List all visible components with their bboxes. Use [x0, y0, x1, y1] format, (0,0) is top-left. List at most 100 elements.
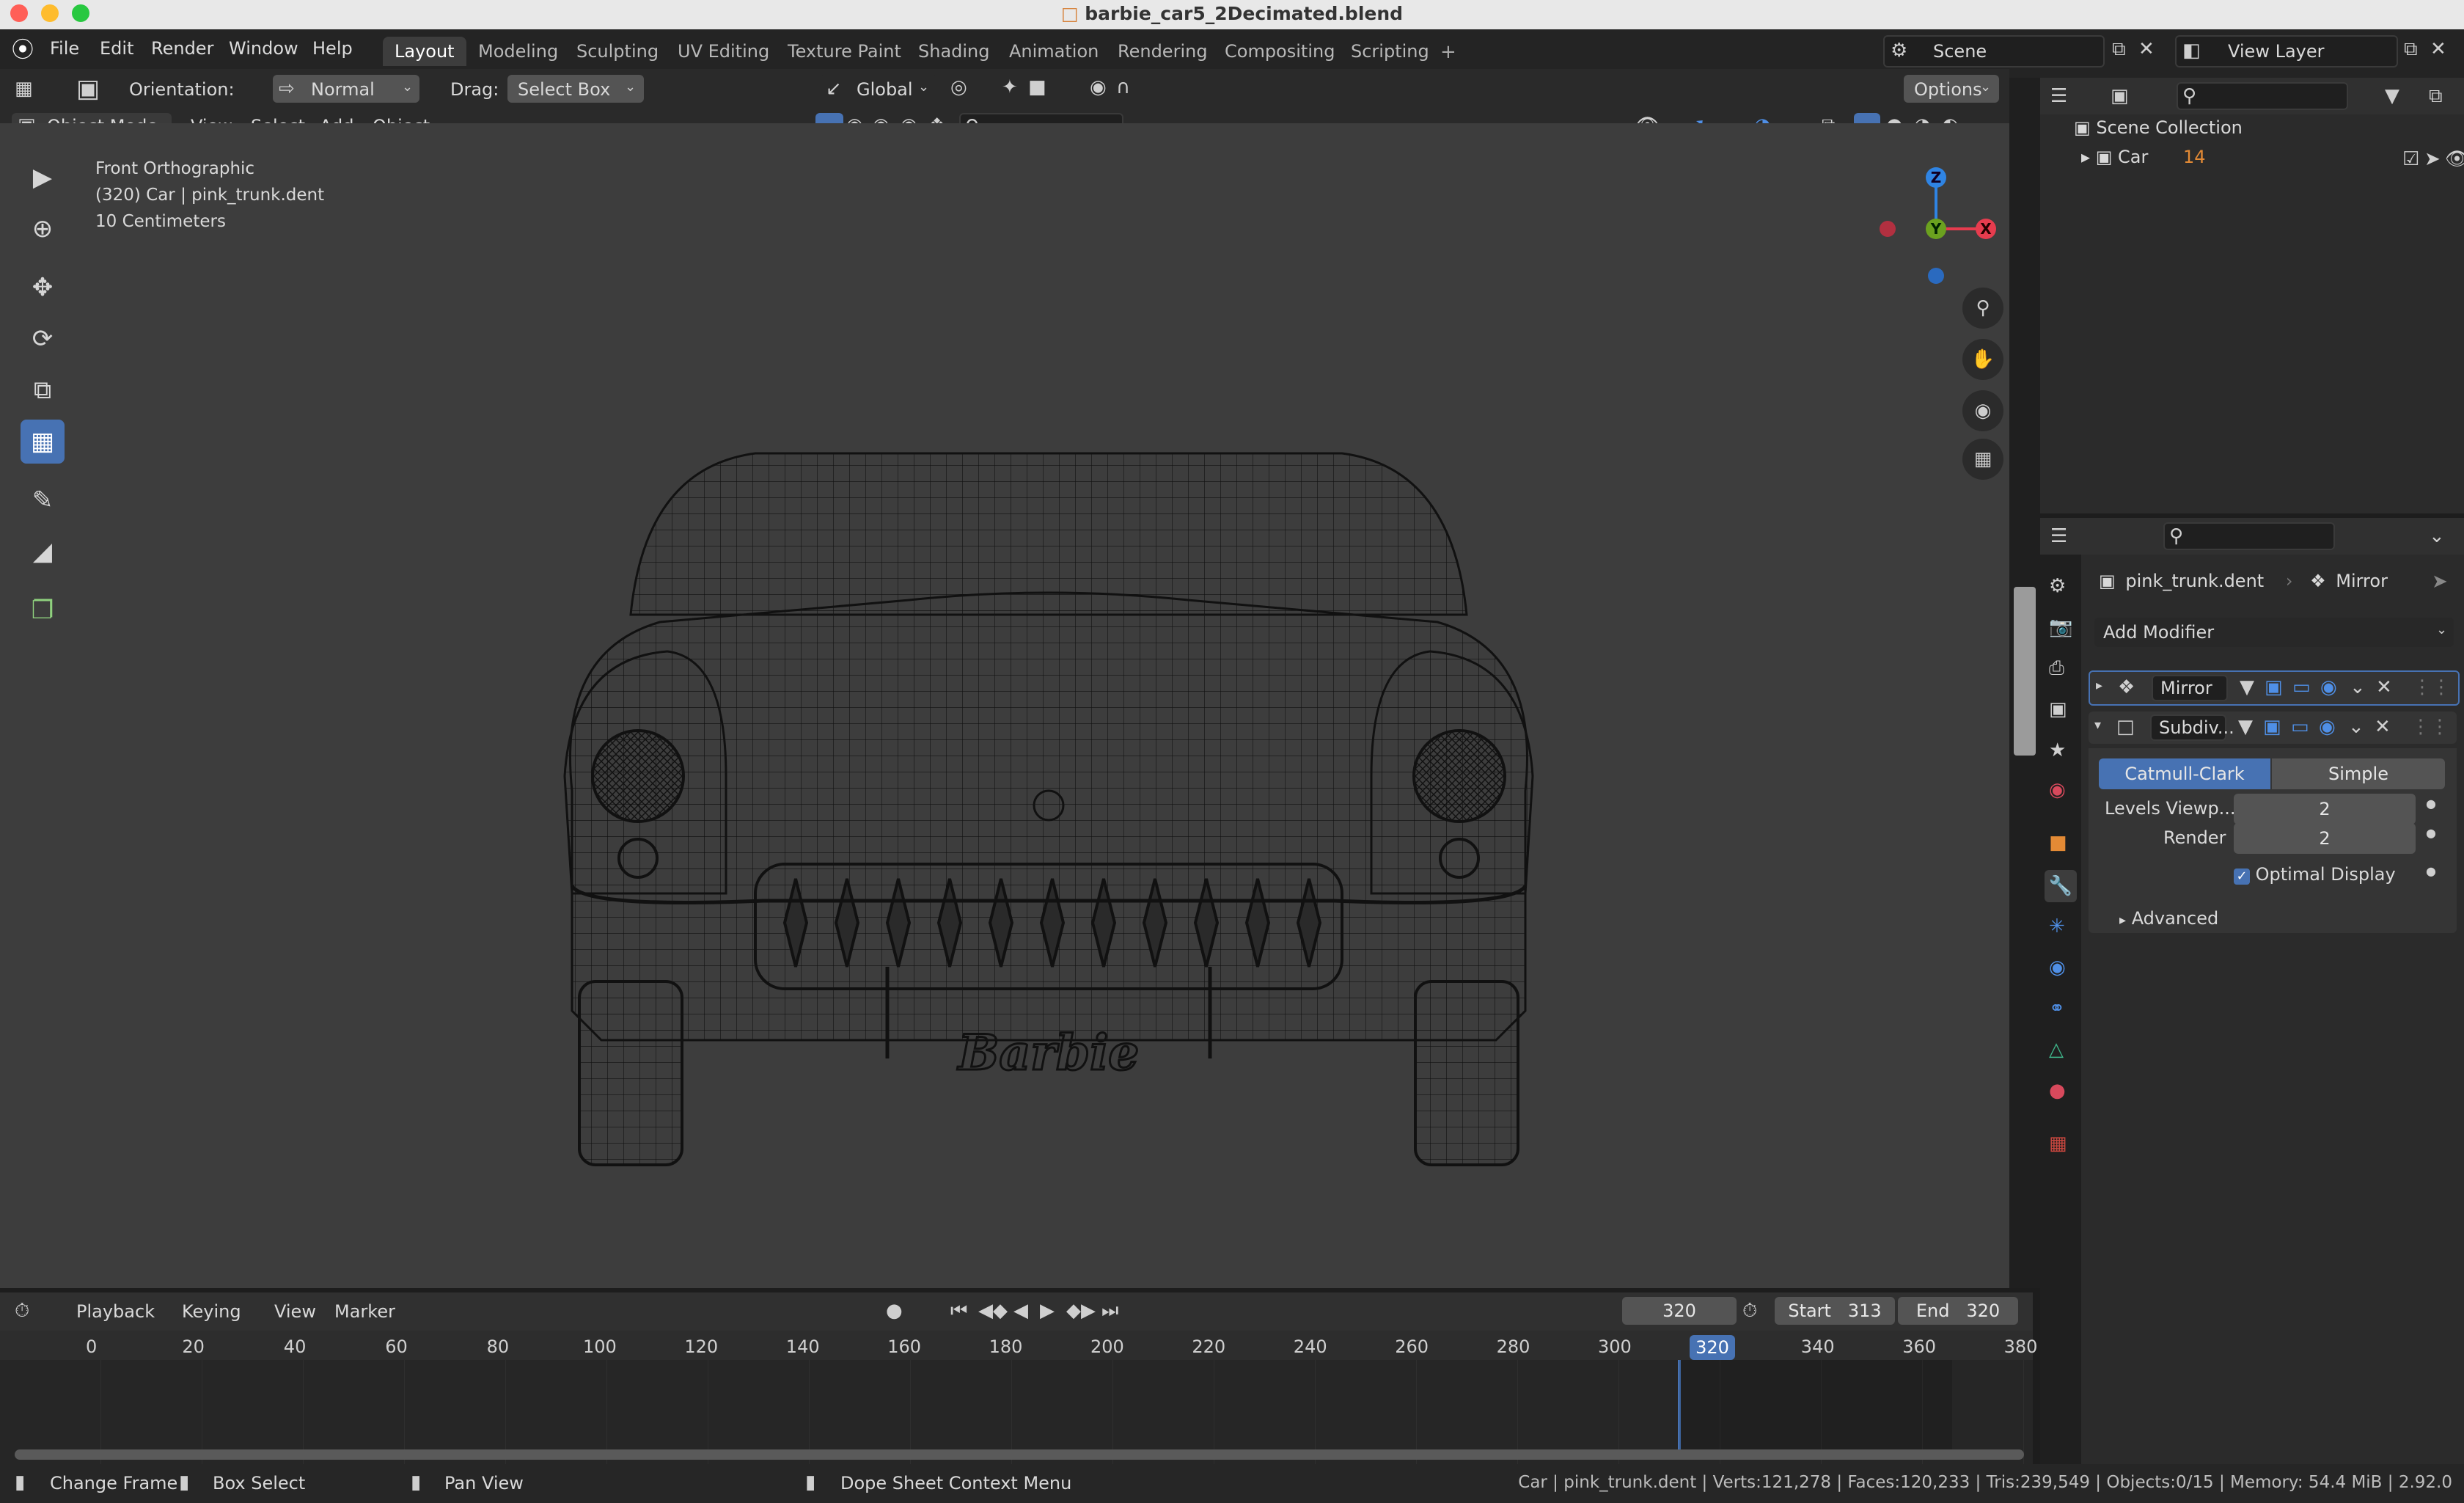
- catmull-clark-tab[interactable]: Catmull-Clark: [2099, 758, 2270, 789]
- remove-modifier-icon[interactable]: ✕: [2376, 678, 2392, 697]
- physics-tab-icon[interactable]: ◉: [2049, 958, 2066, 977]
- workspace-tab-uv-editing[interactable]: UV Editing: [666, 37, 781, 66]
- remove-modifier-icon[interactable]: ✕: [2375, 717, 2391, 736]
- options-dropdown[interactable]: Options ⌄: [1904, 75, 1999, 103]
- timeline-scrollbar[interactable]: [15, 1449, 2024, 1460]
- keyframe-dot-icon[interactable]: ●: [2426, 827, 2436, 839]
- menu-window[interactable]: Window: [229, 38, 298, 59]
- workspace-tab-rendering[interactable]: Rendering: [1106, 37, 1220, 66]
- render-levels-field[interactable]: 2: [2234, 823, 2416, 854]
- data-tab-icon[interactable]: △: [2049, 1040, 2064, 1059]
- jump-keyframe-back-icon[interactable]: ◀◆: [978, 1301, 1008, 1320]
- proportional-edit-icon[interactable]: ◉: [1090, 78, 1107, 97]
- collapse-arrow-icon[interactable]: ▾: [2094, 719, 2101, 732]
- gizmo-neg-z-axis[interactable]: [1928, 268, 1944, 284]
- perspective-toggle-icon[interactable]: ▦: [1962, 439, 2003, 480]
- workspace-tab-texture-paint[interactable]: Texture Paint: [776, 37, 913, 66]
- modifier-mirror-row[interactable]: ▸ ❖ Mirror ▼ ▣ ▭ ◉ ⌄ ✕ ⋮⋮: [2089, 670, 2460, 706]
- drag-handle-icon[interactable]: ⋮⋮: [2411, 717, 2449, 736]
- timeline-menu-keying[interactable]: Keying: [182, 1301, 241, 1322]
- scene-collection-row[interactable]: ▣ Scene Collection: [2074, 117, 2382, 138]
- edit-mode-toggle-icon[interactable]: ▼: [2240, 678, 2254, 697]
- keyframe-dot-icon[interactable]: ●: [2426, 866, 2436, 877]
- play-icon[interactable]: ▶: [1040, 1301, 1055, 1320]
- advanced-subpanel[interactable]: ▸ Advanced: [2119, 908, 2218, 929]
- pan-hand-icon[interactable]: ✋: [1962, 339, 2003, 380]
- expand-arrow-icon[interactable]: ▸: [2096, 679, 2102, 692]
- filter-icon[interactable]: ▼: [2385, 87, 2399, 106]
- tool-tab-icon[interactable]: ⚙: [2049, 577, 2066, 596]
- play-reverse-icon[interactable]: ◀: [1013, 1301, 1028, 1320]
- transform-tool-icon[interactable]: ▦: [21, 420, 65, 464]
- viewport-display-toggle-icon[interactable]: ▭: [2291, 717, 2309, 736]
- remove-scene-icon[interactable]: ✕: [2138, 40, 2155, 59]
- annotate-tool-icon[interactable]: ✎: [21, 478, 65, 522]
- constraints-tab-icon[interactable]: ⚭: [2049, 999, 2065, 1018]
- levels-viewport-field[interactable]: 2: [2234, 794, 2416, 824]
- select-arrow-icon[interactable]: ➤: [2424, 150, 2441, 169]
- collapsed-region-tab[interactable]: [2014, 587, 2036, 756]
- scene-tab-icon[interactable]: ★: [2049, 741, 2066, 760]
- eye-visibility-icon[interactable]: 👁: [2445, 150, 2464, 169]
- edit-mode-toggle-icon[interactable]: ▼: [2238, 717, 2253, 736]
- scale-tool-icon[interactable]: ⧉: [21, 368, 65, 412]
- view-layer-tab-icon[interactable]: ▣: [2049, 700, 2067, 719]
- chevron-down-icon[interactable]: ⌄: [2429, 527, 2445, 546]
- optimal-display-checkbox[interactable]: ✓ Optimal Display: [2234, 864, 2396, 885]
- workspace-tab-compositing[interactable]: Compositing: [1213, 37, 1346, 66]
- render-toggle-icon[interactable]: ◉: [2319, 717, 2336, 736]
- chevron-down-icon[interactable]: ⌄: [2348, 717, 2364, 736]
- workspace-tab-animation[interactable]: Animation: [997, 37, 1110, 66]
- pivot-point-icon[interactable]: ◎: [950, 78, 967, 97]
- current-frame-field[interactable]: 320: [1622, 1297, 1737, 1325]
- transform-orientation-dropdown[interactable]: ↙ Global ⌄: [820, 75, 937, 103]
- remove-view-layer-icon[interactable]: ✕: [2430, 40, 2446, 59]
- add-workspace-icon[interactable]: +: [1440, 43, 1456, 62]
- workspace-tab-layout[interactable]: Layout: [383, 37, 466, 66]
- material-tab-icon[interactable]: ●: [2049, 1081, 2066, 1100]
- car-wireframe-model[interactable]: Barbie: [543, 336, 1555, 1172]
- falloff-icon[interactable]: ∩: [1116, 78, 1130, 97]
- object-tab-icon[interactable]: ■: [2049, 833, 2067, 852]
- world-tab-icon[interactable]: ◉: [2049, 780, 2066, 800]
- view-layer-selector[interactable]: ◧ View Layer: [2175, 35, 2398, 67]
- zoom-icon[interactable]: ⚲: [1962, 288, 2003, 329]
- add-modifier-dropdown[interactable]: Add Modifier ⌄: [2094, 618, 2454, 647]
- 3d-viewport[interactable]: Front Orthographic (320) Car | pink_trun…: [0, 123, 2009, 1288]
- menu-file[interactable]: File: [50, 38, 79, 59]
- scene-selector[interactable]: ⚙ Scene: [1883, 35, 2105, 67]
- playhead-frame-label[interactable]: 320: [1690, 1335, 1735, 1360]
- new-collection-icon[interactable]: ⧉: [2429, 87, 2443, 106]
- blender-logo-icon[interactable]: ⦿: [12, 40, 34, 62]
- render-tab-icon[interactable]: 📷: [2049, 618, 2072, 637]
- pin-icon[interactable]: ➤: [2432, 572, 2448, 591]
- menu-help[interactable]: Help: [312, 38, 353, 59]
- workspace-tab-sculpting[interactable]: Sculpting: [565, 37, 670, 66]
- camera-view-icon[interactable]: ◉: [1962, 390, 2003, 431]
- gizmo-neg-x-axis[interactable]: [1880, 221, 1896, 237]
- timeline-editor-type-icon[interactable]: ⏱: [15, 1301, 29, 1320]
- select-box-tool-icon[interactable]: ▶: [21, 156, 65, 200]
- particles-tab-icon[interactable]: ✳: [2049, 917, 2065, 936]
- snap-icon[interactable]: ✦: [1002, 78, 1018, 97]
- jump-end-icon[interactable]: ⏭: [1101, 1301, 1118, 1320]
- menu-render[interactable]: Render: [151, 38, 213, 59]
- expand-arrow-icon[interactable]: ▸: [2081, 147, 2090, 167]
- add-cube-tool-icon[interactable]: ❐: [21, 588, 65, 632]
- workspace-tab-shading[interactable]: Shading: [906, 37, 1002, 66]
- record-icon[interactable]: ●: [886, 1301, 903, 1320]
- stopwatch-icon[interactable]: ⏱: [1742, 1301, 1757, 1320]
- viewport-display-toggle-icon[interactable]: ▭: [2292, 678, 2311, 697]
- orientation-dropdown[interactable]: ⇨ Normal ⌄: [273, 75, 419, 103]
- snap-target-icon[interactable]: ■: [1028, 78, 1046, 97]
- menu-edit[interactable]: Edit: [100, 38, 133, 59]
- editor-type-icon[interactable]: ▦: [15, 79, 33, 98]
- simple-tab[interactable]: Simple: [2272, 758, 2445, 789]
- new-scene-icon[interactable]: ⧉: [2112, 40, 2126, 59]
- include-checkbox-icon[interactable]: ☑: [2402, 150, 2419, 169]
- modifier-tab-icon[interactable]: 🔧: [2045, 870, 2077, 902]
- checkmark-icon[interactable]: ✓: [2234, 868, 2250, 885]
- measure-tool-icon[interactable]: ◢: [21, 530, 65, 574]
- new-view-layer-icon[interactable]: ⧉: [2404, 40, 2418, 59]
- outliner-search-input[interactable]: ⚲: [2177, 82, 2348, 110]
